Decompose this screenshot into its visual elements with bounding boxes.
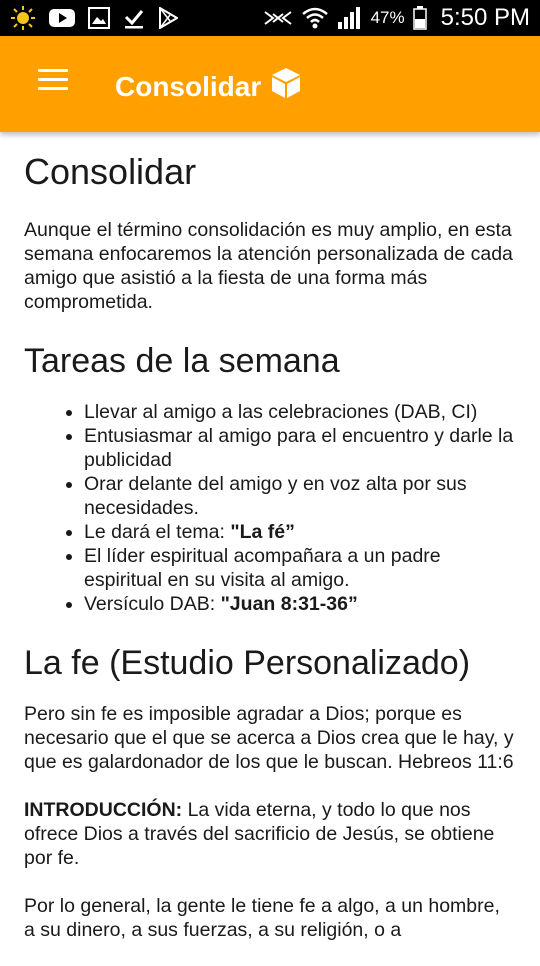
- youtube-icon: [49, 8, 75, 28]
- verse-paragraph: Pero sin fe es imposible agradar a Dios;…: [24, 703, 514, 773]
- app-title: Consolidar: [115, 66, 303, 107]
- nfc-icon: [263, 8, 293, 28]
- list-item: Entusiasmar al amigo para el encuentro y…: [84, 424, 516, 472]
- page-title: Consolidar: [24, 151, 197, 192]
- system-icons: 47% 5:50 PM: [263, 4, 530, 32]
- list-item: El líder espiritual acompañara a un padr…: [84, 544, 516, 592]
- app-bar: Consolidar: [0, 36, 540, 132]
- wifi-icon: [301, 6, 329, 30]
- introduction-paragraph: INTRODUCCIÓN: La vida eterna, y todo lo …: [24, 799, 495, 869]
- image-icon: [88, 7, 110, 29]
- download-done-icon: [123, 7, 145, 29]
- app-title-text: Consolidar: [115, 70, 262, 102]
- notification-icons: [10, 5, 178, 31]
- list-item: Llevar al amigo a las celebraciones (DAB…: [84, 400, 516, 424]
- tasks-heading: Tareas de la semana: [24, 342, 340, 380]
- introduction-label: INTRODUCCIÓN:: [24, 799, 183, 821]
- status-bar: 47% 5:50 PM: [0, 0, 540, 36]
- menu-icon[interactable]: [38, 69, 70, 95]
- body-paragraph: Por lo general, la gente le tiene fe a a…: [24, 895, 500, 941]
- clock: 5:50 PM: [440, 4, 530, 31]
- signal-icon: [337, 6, 363, 30]
- intro-paragraph: Aunque el término consolidación es muy a…: [24, 219, 513, 313]
- list-item: Orar delante del amigo y en voz alta por…: [84, 472, 516, 520]
- article-content: Consolidar Aunque el término consolidaci…: [24, 132, 516, 966]
- weather-sun-icon: [10, 5, 36, 31]
- study-heading: La fe (Estudio Personalizado): [24, 644, 471, 682]
- tasks-list: Llevar al amigo a las celebraciones (DAB…: [24, 400, 516, 616]
- list-item: Le dará el tema: "La fé”: [84, 520, 516, 544]
- play-store-icon: [158, 7, 178, 29]
- battery-percent: 47%: [370, 8, 405, 27]
- battery-icon: [412, 6, 427, 30]
- list-item: Versículo DAB: "Juan 8:31-36”: [84, 592, 516, 616]
- cube-icon: [269, 66, 303, 107]
